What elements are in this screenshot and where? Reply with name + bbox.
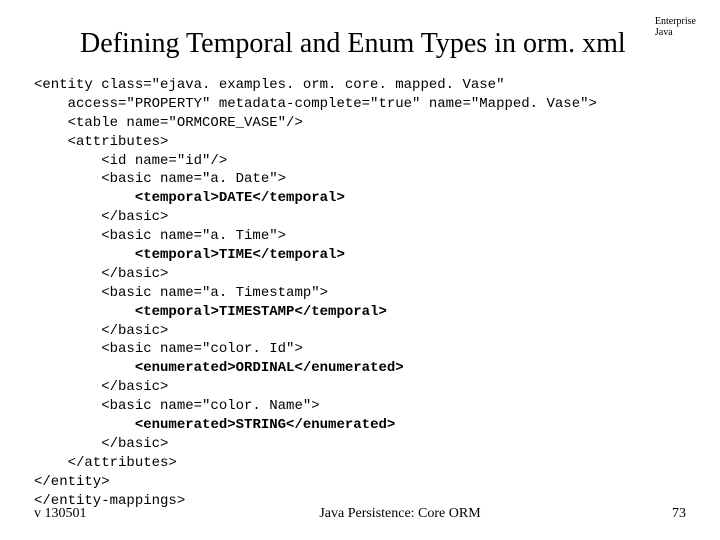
code-indent [34, 304, 135, 320]
corner-line1: Enterprise [655, 16, 696, 27]
code-bold: <enumerated>ORDINAL</enumerated> [135, 360, 404, 376]
code-line: <id name="id"/> [34, 153, 227, 169]
code-line: </basic> [34, 209, 168, 225]
code-indent [34, 247, 135, 263]
code-line: <basic name="a. Timestamp"> [34, 285, 328, 301]
code-bold: <temporal>DATE</temporal> [135, 190, 345, 206]
page-number: 73 [626, 506, 686, 522]
code-line: </entity> [34, 474, 110, 490]
code-line: <basic name="a. Date"> [34, 171, 286, 187]
code-line: </basic> [34, 436, 168, 452]
slide-title: Defining Temporal and Enum Types in orm.… [80, 28, 626, 60]
code-indent [34, 190, 135, 206]
code-line: <basic name="color. Name"> [34, 398, 320, 414]
code-indent [34, 417, 135, 433]
code-line: access="PROPERTY" metadata-complete="tru… [34, 96, 597, 112]
code-line: <basic name="a. Time"> [34, 228, 286, 244]
corner-label: Enterprise Java [655, 16, 696, 38]
footer-title: Java Persistence: Core ORM [174, 506, 626, 522]
code-line: </basic> [34, 323, 168, 339]
code-line: </basic> [34, 379, 168, 395]
footer-version: v 130501 [34, 506, 174, 522]
code-line: <entity class="ejava. examples. orm. cor… [34, 77, 504, 93]
code-indent [34, 360, 135, 376]
code-line: </basic> [34, 266, 168, 282]
code-bold: <enumerated>STRING</enumerated> [135, 417, 395, 433]
slide: Enterprise Java Defining Temporal and En… [0, 0, 720, 540]
code-line: <attributes> [34, 134, 168, 150]
code-line: <table name="ORMCORE_VASE"/> [34, 115, 303, 131]
footer: v 130501 Java Persistence: Core ORM 73 [34, 506, 686, 522]
code-bold: <temporal>TIMESTAMP</temporal> [135, 304, 387, 320]
code-bold: <temporal>TIME</temporal> [135, 247, 345, 263]
corner-line2: Java [655, 27, 696, 38]
code-line: <basic name="color. Id"> [34, 341, 303, 357]
code-block: <entity class="ejava. examples. orm. cor… [34, 76, 700, 510]
code-line: </attributes> [34, 455, 177, 471]
